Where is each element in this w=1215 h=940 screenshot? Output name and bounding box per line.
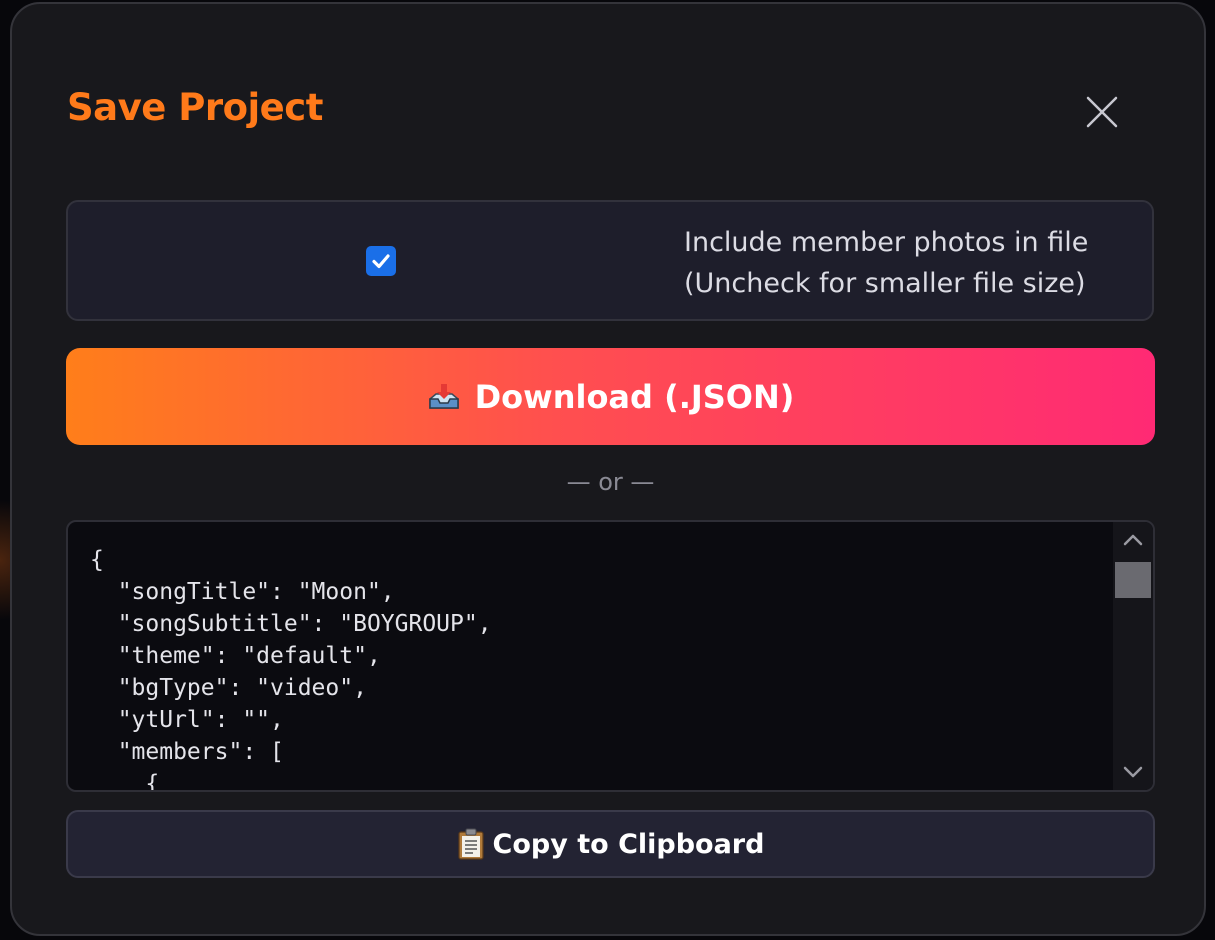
json-line: "songSubtitle": "BOYGROUP", [90, 611, 492, 637]
chevron-down-icon [1123, 766, 1143, 778]
dialog-title: Save Project [67, 86, 323, 129]
json-line: { [90, 771, 160, 792]
scroll-thumb[interactable] [1115, 562, 1151, 598]
chevron-up-icon [1123, 534, 1143, 546]
include-photos-label-main: Include member photos in file [684, 227, 1089, 258]
copy-to-clipboard-button[interactable]: Copy to Clipboard [66, 810, 1155, 878]
json-line: "ytUrl": "", [90, 707, 284, 733]
include-photos-checkbox[interactable] [366, 246, 396, 276]
include-photos-option: Include member photos in file (Uncheck f… [66, 200, 1154, 321]
download-json-button[interactable]: Download (.JSON) [66, 348, 1155, 445]
copy-button-label: Copy to Clipboard [492, 828, 765, 860]
json-line: "theme": "default", [90, 643, 381, 669]
json-line: { [90, 547, 104, 573]
or-divider: — or — [566, 468, 655, 496]
inbox-tray-icon [428, 383, 459, 409]
checkmark-icon [372, 254, 390, 269]
scroll-down-button[interactable] [1121, 760, 1145, 784]
save-project-dialog: Save Project Include member photos in fi… [10, 2, 1206, 936]
json-preview-scrollbar[interactable] [1113, 522, 1153, 790]
json-line: "members": [ [90, 739, 284, 765]
clipboard-icon [457, 828, 484, 860]
json-line: "bgType": "video", [90, 675, 367, 701]
download-button-label: Download (.JSON) [474, 377, 795, 416]
close-button[interactable] [1082, 92, 1122, 132]
json-preview[interactable]: { "songTitle": "Moon", "songSubtitle": "… [66, 520, 1155, 792]
include-photos-label[interactable]: Include member photos in file (Uncheck f… [684, 222, 1144, 304]
json-line: "songTitle": "Moon", [90, 579, 395, 605]
include-photos-label-hint: (Uncheck for smaller file size) [684, 268, 1086, 299]
close-icon [1086, 96, 1118, 128]
scroll-up-button[interactable] [1121, 528, 1145, 552]
json-preview-text: { "songTitle": "Moon", "songSubtitle": "… [90, 544, 492, 792]
